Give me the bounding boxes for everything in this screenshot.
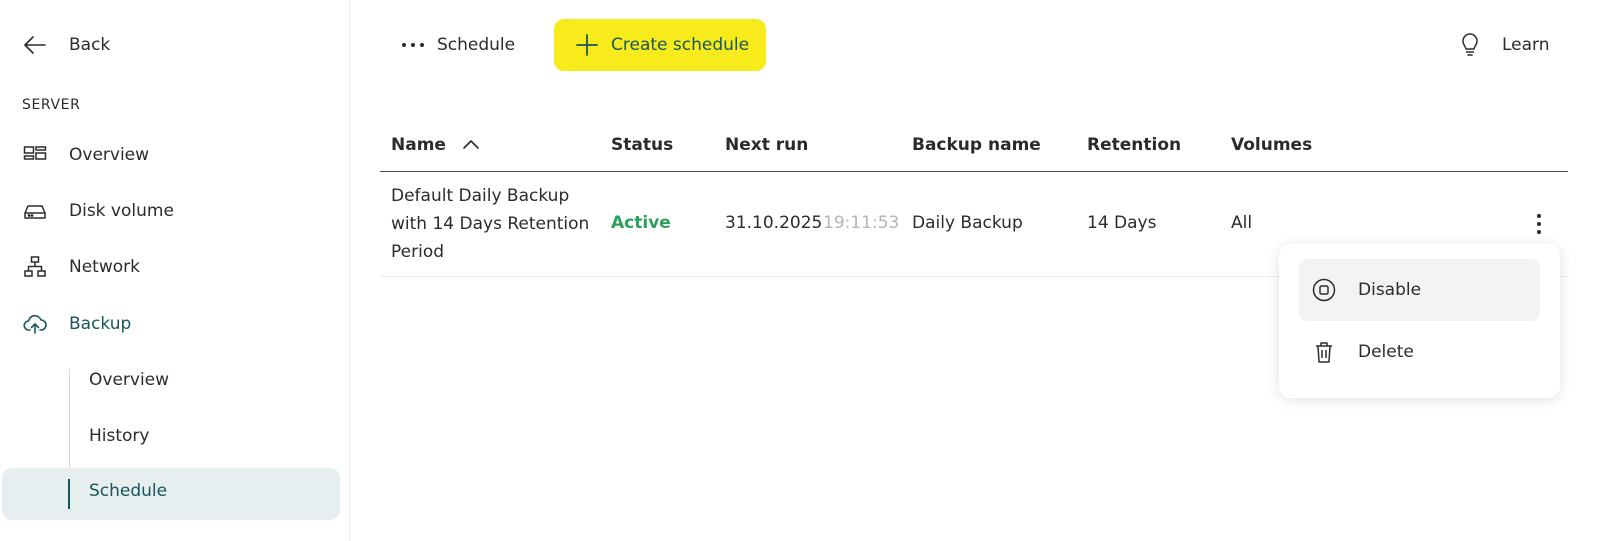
- sidebar-item-network[interactable]: Network: [0, 247, 350, 287]
- sidebar-subitem-history[interactable]: History: [89, 423, 149, 449]
- menu-item-delete[interactable]: Delete: [1299, 321, 1540, 383]
- sidebar: Back SERVER Overview Disk volume Network…: [0, 0, 350, 541]
- retention-value: 14 Days: [1087, 213, 1157, 233]
- more-horizontal-icon: [400, 32, 426, 58]
- schedule-name: Default Daily Backup with 14 Days Retent…: [391, 186, 590, 262]
- cloud-upload-icon: [22, 311, 48, 337]
- sidebar-item-label: Overview: [69, 145, 150, 165]
- create-schedule-label: Create schedule: [611, 35, 750, 55]
- menu-item-disable[interactable]: Disable: [1299, 259, 1540, 321]
- stop-circle-icon: [1312, 278, 1336, 302]
- status-badge: Active: [611, 213, 671, 233]
- arrow-left-icon: [24, 36, 46, 54]
- learn-label: Learn: [1502, 35, 1550, 55]
- menu-item-label: Delete: [1358, 342, 1414, 362]
- sidebar-item-label: Disk volume: [69, 201, 174, 221]
- column-header-backup-name[interactable]: Backup name: [912, 135, 1041, 155]
- grid-icon: [22, 142, 48, 168]
- row-context-menu: Disable Delete: [1279, 244, 1560, 398]
- back-label: Back: [69, 35, 111, 55]
- sidebar-subitem-label: Schedule: [89, 481, 168, 501]
- table-header: Name Status Next run Backup name Retenti…: [380, 120, 1568, 172]
- row-actions-button[interactable]: [1528, 211, 1550, 237]
- plus-icon: [576, 34, 598, 56]
- backup-name: Daily Backup: [912, 213, 1023, 233]
- section-label-server: SERVER: [22, 97, 81, 113]
- sidebar-subitem-overview[interactable]: Overview: [89, 367, 169, 393]
- sort-ascending-icon[interactable]: [462, 137, 480, 151]
- submenu-guide-line: [69, 369, 70, 469]
- lightbulb-icon: [1462, 33, 1478, 56]
- sidebar-item-label: Network: [69, 257, 140, 277]
- column-header-status[interactable]: Status: [611, 135, 673, 155]
- volumes-value: All: [1231, 213, 1253, 233]
- learn-button[interactable]: Learn: [1458, 32, 1550, 58]
- menu-item-label: Disable: [1358, 280, 1422, 300]
- schedule-menu-label: Schedule: [437, 35, 516, 55]
- more-vertical-icon: [1537, 214, 1541, 234]
- column-header-retention[interactable]: Retention: [1087, 135, 1181, 155]
- column-header-name[interactable]: Name: [391, 135, 446, 155]
- schedule-menu-button[interactable]: Schedule: [400, 32, 515, 58]
- active-indicator: [68, 479, 70, 509]
- create-schedule-button[interactable]: Create schedule: [554, 19, 766, 71]
- disk-icon: [22, 198, 48, 224]
- trash-icon: [1316, 342, 1332, 363]
- back-button[interactable]: Back: [22, 32, 110, 58]
- next-run-time: 19:11:53: [823, 213, 900, 233]
- sidebar-item-label: Backup: [69, 314, 132, 334]
- column-header-volumes[interactable]: Volumes: [1231, 135, 1312, 155]
- next-run-date: 31.10.2025: [725, 213, 823, 233]
- sidebar-item-disk-volume[interactable]: Disk volume: [0, 191, 350, 231]
- sidebar-subitem-schedule[interactable]: Schedule: [2, 468, 340, 520]
- column-header-next-run[interactable]: Next run: [725, 135, 808, 155]
- sidebar-item-overview[interactable]: Overview: [0, 135, 350, 175]
- network-icon: [22, 254, 48, 280]
- sidebar-item-backup[interactable]: Backup: [0, 304, 350, 344]
